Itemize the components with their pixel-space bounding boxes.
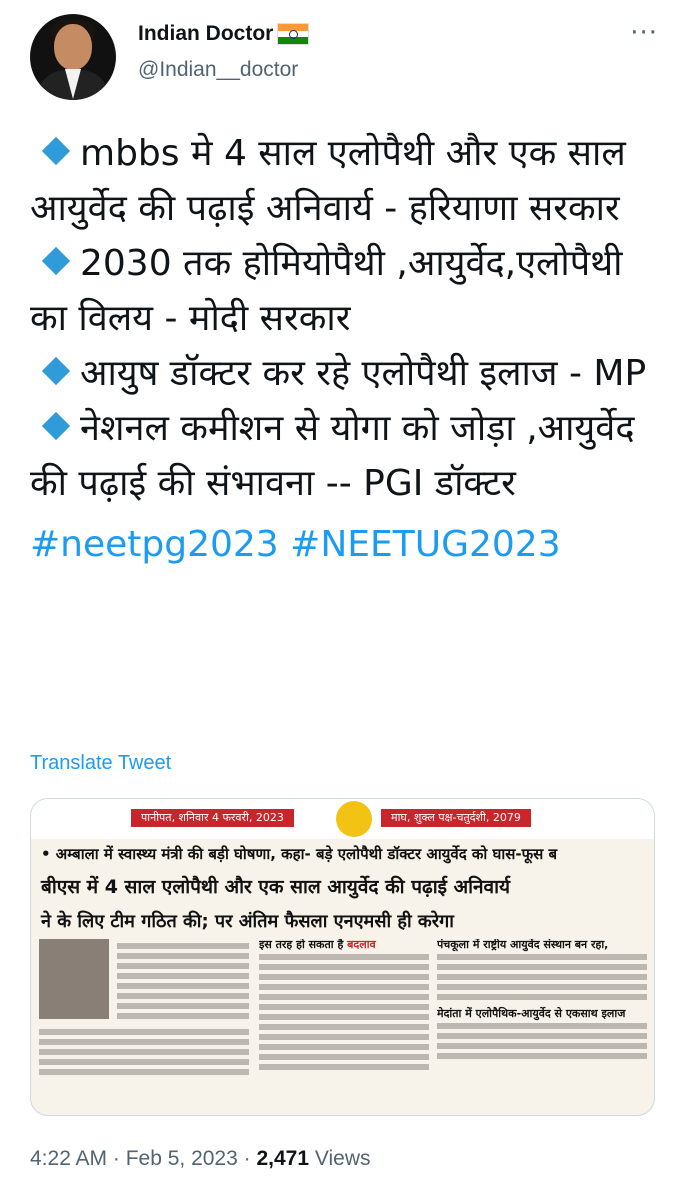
india-flag-icon [277,23,310,45]
diamond-bullet-icon [41,136,71,166]
newspaper-columns: इस तरह हो सकता है बदलाव पंचकूला में राष्… [31,939,654,1115]
newspaper-headline-3: ने के लिए टीम गठित की; पर अंतिम फैसला एन… [41,911,454,932]
tweet-line: 2030 तक होमियोपैथी ,आयुर्वेद,एलोपैथी का … [30,236,660,346]
translate-tweet-link[interactable]: Translate Tweet [30,752,171,775]
tweet-timestamp[interactable]: 4:22 AM · Feb 5, 2023 · [30,1147,256,1170]
dateline-right: माघ, शुक्ल पक्ष-चतुर्दशी, 2079 [381,809,531,827]
column-2-heading: इस तरह हो सकता है बदलाव [259,939,376,951]
views-label: Views [309,1147,371,1170]
more-options-icon[interactable]: ··· [630,20,658,46]
tweet-line: आयुष डॉक्टर कर रहे एलोपैथी इलाज - MP [30,346,660,401]
newspaper-column-2: इस तरह हो सकता है बदलाव [259,939,429,1115]
author-name[interactable]: Indian Doctor [138,22,310,46]
newspaper-headline-2: बीएस में 4 साल एलोपैथी और एक साल आयुर्वे… [41,876,511,898]
tweet-header: Indian Doctor @Indian__doctor ··· [30,14,660,104]
tweet-line: mbbs मे 4 साल एलोपैथी और एक साल आयुर्वेद… [30,126,660,236]
newspaper-clipping-image[interactable]: पानीपत, शनिवार 4 फरवरी, 2023 माघ, शुक्ल … [30,798,655,1116]
author-name-text[interactable]: Indian Doctor [138,22,273,46]
column-3-subheading: मेदांता में एलोपैथिक-आयुर्वेद से एकसाथ इ… [437,1007,626,1020]
diamond-bullet-icon [41,356,71,386]
newspaper-column-1 [39,939,249,1115]
column-3-heading: पंचकूला में राष्ट्रीय आयुर्वेद संस्थान ब… [437,939,609,951]
sun-logo-icon [336,801,372,837]
tweet-line-text: आयुष डॉक्टर कर रहे एलोपैथी इलाज - MP [80,353,647,394]
newspaper-headline-1: • अम्बाला में स्वास्थ्य मंत्री की बड़ी घ… [41,845,558,863]
hashtags[interactable]: #neetpg2023 #NEETUG2023 [30,517,660,572]
dateline-left: पानीपत, शनिवार 4 फरवरी, 2023 [131,809,294,827]
tweet-text: mbbs मे 4 साल एलोपैथी और एक साल आयुर्वेद… [30,126,660,572]
tweet-meta: 4:22 AM · Feb 5, 2023 · 2,471 Views [30,1147,371,1171]
tweet-line-text: 2030 तक होमियोपैथी ,आयुर्वेद,एलोपैथी का … [30,243,623,339]
tweet-line-text: नेशनल कमीशन से योगा को जोड़ा ,आयुर्वेद क… [30,408,635,504]
newspaper-dateline: पानीपत, शनिवार 4 फरवरी, 2023 माघ, शुक्ल … [31,799,654,839]
newspaper-photo [39,939,109,1019]
diamond-bullet-icon [41,411,71,441]
avatar[interactable] [30,14,116,100]
author-handle[interactable]: @Indian__doctor [138,58,298,82]
tweet-line: नेशनल कमीशन से योगा को जोड़ा ,आयुर्वेद क… [30,401,660,511]
newspaper-column-3: पंचकूला में राष्ट्रीय आयुर्वेद संस्थान ब… [437,939,647,1115]
views-count: 2,471 [256,1147,310,1170]
tweet-line-text: mbbs मे 4 साल एलोपैथी और एक साल आयुर्वेद… [30,133,626,229]
diamond-bullet-icon [41,246,71,276]
